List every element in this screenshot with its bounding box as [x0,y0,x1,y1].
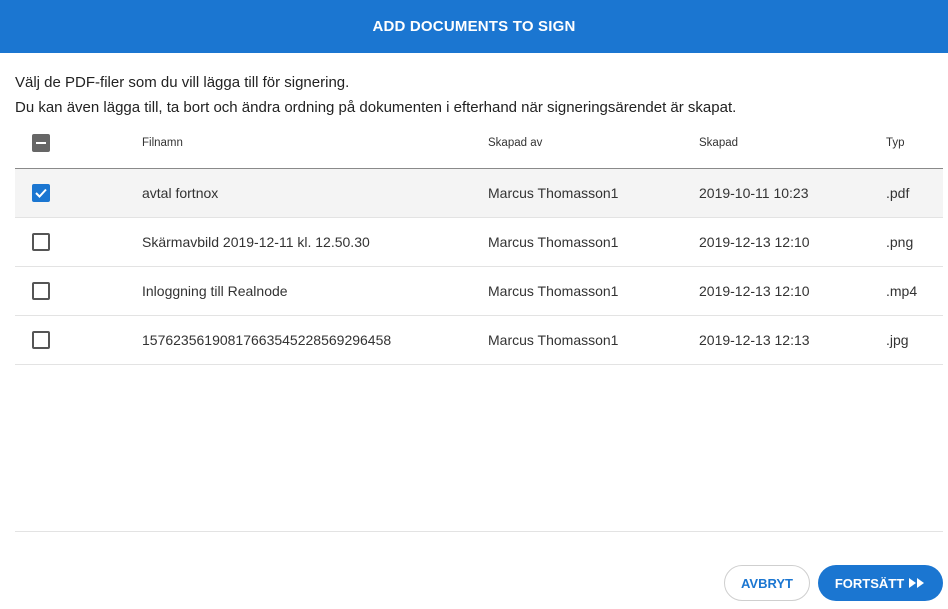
row-created: 2019-12-13 12:10 [699,234,810,250]
row-created-by: Marcus Thomasson1 [488,283,619,299]
row-type: .png [886,234,914,250]
row-checkbox[interactable] [32,233,50,251]
check-icon [35,188,47,198]
row-checkbox[interactable] [32,331,50,349]
intro-line-2: Du kan även lägga till, ta bort och ändr… [15,99,737,116]
row-checkbox[interactable] [32,184,50,202]
footer-divider [15,531,943,532]
table-row[interactable]: 15762356190817663545228569296458 Marcus … [15,316,943,365]
continue-button-label: FORTSÄTT [834,575,905,591]
fast-forward-icon [908,577,926,589]
intro-line-1: Välj de PDF-filer som du vill lägga till… [15,74,350,91]
table-row[interactable]: avtal fortnox Marcus Thomasson1 2019-10-… [15,169,943,218]
row-created-by: Marcus Thomasson1 [488,332,619,348]
row-filename: avtal fortnox [142,185,219,201]
column-header-created-by[interactable]: Skapad av [488,118,542,168]
row-filename: 15762356190817663545228569296458 [142,332,392,348]
minus-icon [36,142,46,144]
row-created: 2019-12-13 12:13 [699,332,810,348]
cancel-button[interactable]: AVBRYT [724,565,810,601]
documents-table: Filnamn Skapad av Skapad Typ avtal fortn… [15,118,943,365]
add-documents-dialog: ADD DOCUMENTS TO SIGN Välj de PDF-filer … [0,0,948,609]
continue-button[interactable]: FORTSÄTT [818,565,943,601]
column-header-filename[interactable]: Filnamn [142,118,183,168]
row-created: 2019-12-13 12:10 [699,283,810,299]
row-created: 2019-10-11 10:23 [699,185,809,201]
table-row[interactable]: Inloggning till Realnode Marcus Thomasso… [15,267,943,316]
dialog-header: ADD DOCUMENTS TO SIGN [0,0,948,53]
column-header-type[interactable]: Typ [886,118,905,168]
row-filename: Inloggning till Realnode [142,283,288,299]
select-all-cell [32,118,50,168]
row-type: .pdf [886,185,910,201]
row-created-by: Marcus Thomasson1 [488,234,619,250]
row-checkbox[interactable] [32,282,50,300]
column-header-created[interactable]: Skapad [699,118,738,168]
dialog-title: ADD DOCUMENTS TO SIGN [372,18,576,35]
row-created-by: Marcus Thomasson1 [488,185,619,201]
row-filename: Skärmavbild 2019-12-11 kl. 12.50.30 [142,234,370,250]
table-row[interactable]: Skärmavbild 2019-12-11 kl. 12.50.30 Marc… [15,218,943,267]
intro-text: Välj de PDF-filer som du vill lägga till… [15,70,736,120]
row-type: .mp4 [886,283,918,299]
row-type: .jpg [886,332,909,348]
table-header-row: Filnamn Skapad av Skapad Typ [15,118,943,169]
select-all-checkbox[interactable] [32,134,50,152]
